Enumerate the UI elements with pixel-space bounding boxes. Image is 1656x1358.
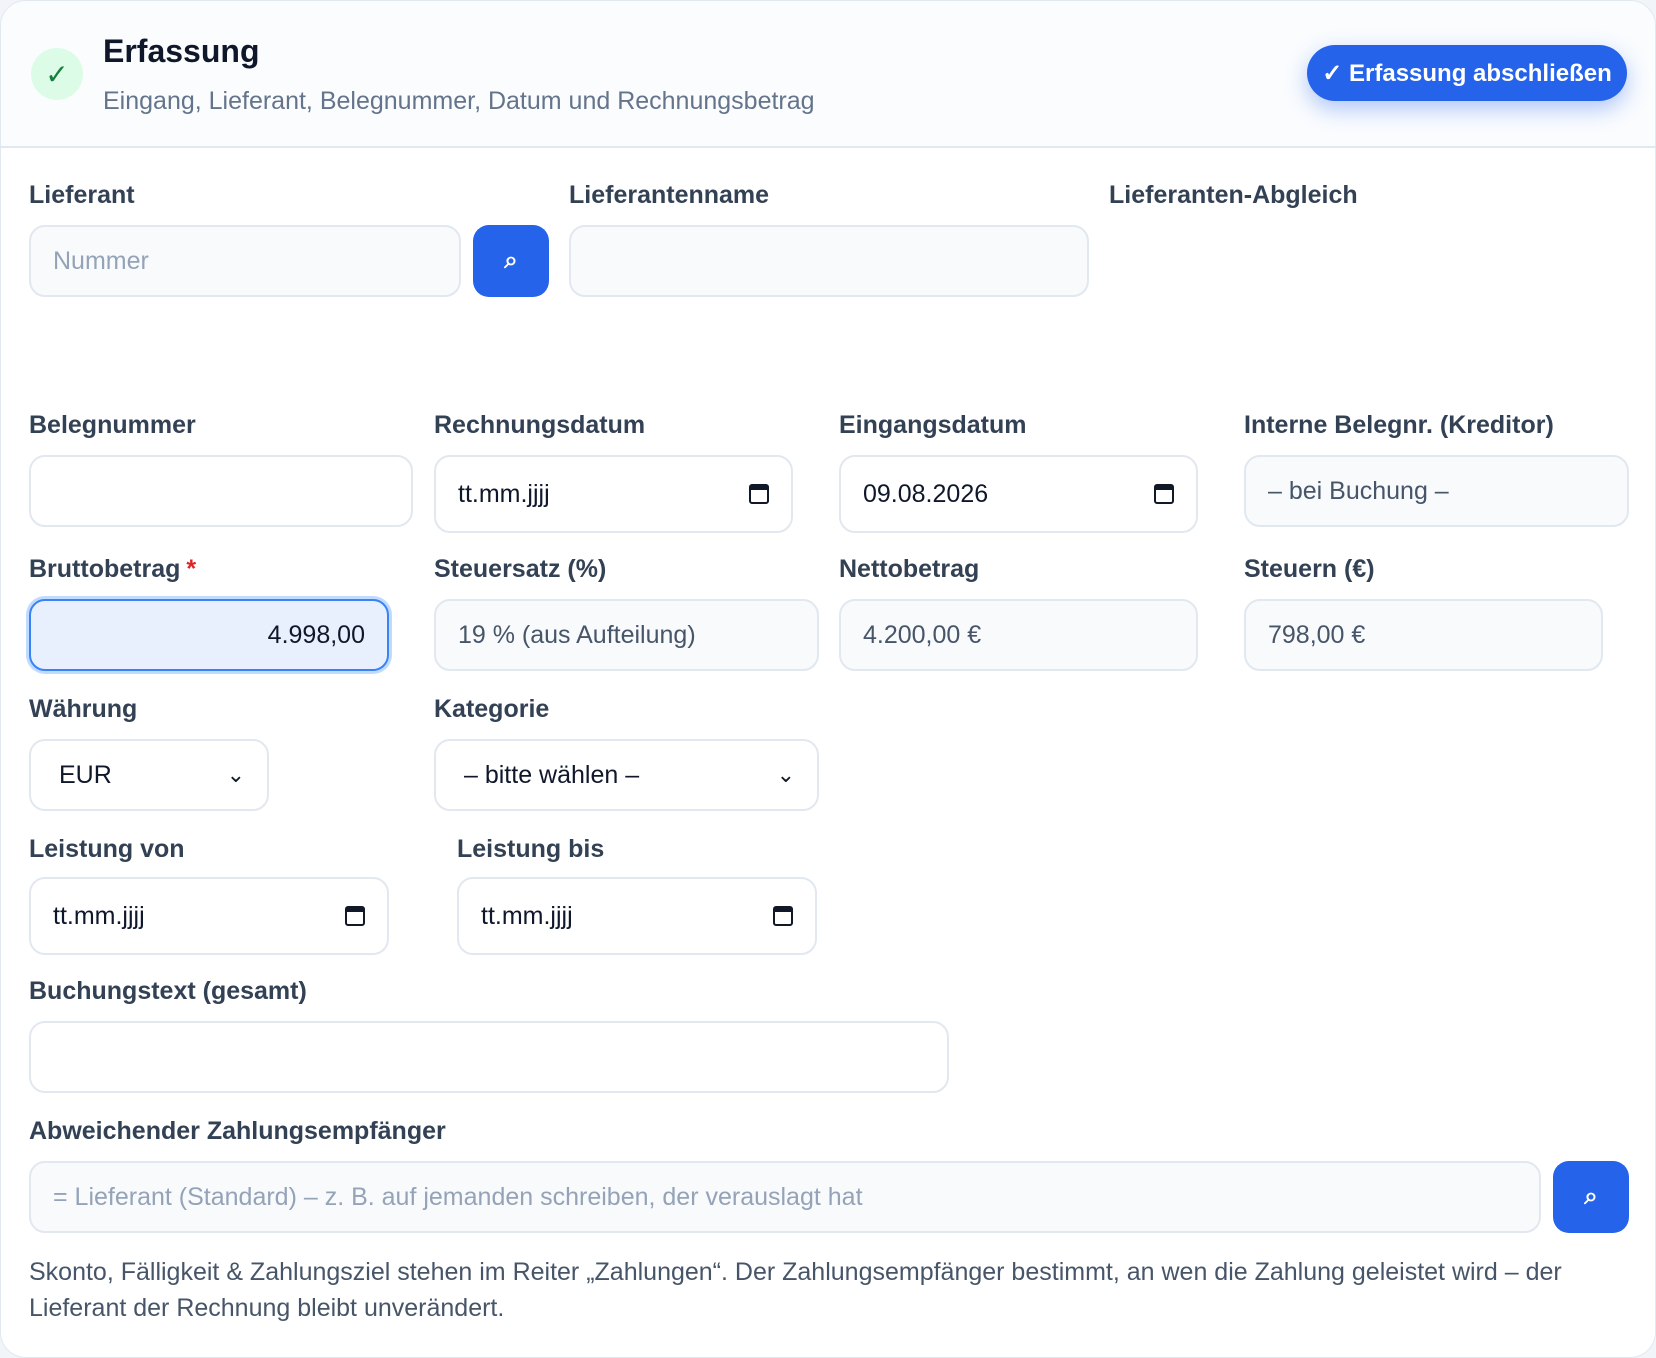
rechnungsdatum-input[interactable]: tt.mm.jjjj	[434, 455, 793, 533]
bruttobetrag-input[interactable]: 4.998,00	[29, 599, 389, 671]
waehrung-value: EUR	[59, 760, 112, 789]
supplier-number-input[interactable]: Nummer	[29, 225, 461, 297]
supplier-name-label: Lieferantenname	[569, 181, 770, 209]
interne-belegnr-value: – bei Buchung –	[1268, 476, 1449, 505]
supplier-label: Lieferant	[29, 181, 135, 209]
waehrung-select[interactable]: EUR ⌄	[29, 739, 269, 811]
leistung-von-input[interactable]: tt.mm.jjjj	[29, 877, 389, 955]
steuersatz-value: 19 % (aus Aufteilung)	[458, 620, 696, 649]
kategorie-value: – bitte wählen –	[464, 760, 640, 789]
chevron-down-icon: ⌄	[776, 762, 795, 787]
payee-input[interactable]: = Lieferant (Standard) – z. B. auf jeman…	[29, 1161, 1541, 1233]
supplier-number-placeholder: Nummer	[53, 246, 149, 275]
leistung-bis-input[interactable]: tt.mm.jjjj	[457, 877, 817, 955]
buchungstext-input[interactable]	[29, 1021, 949, 1093]
card-header: ✓ Erfassung Eingang, Lieferant, Belegnum…	[1, 1, 1655, 148]
interne-belegnr-field: – bei Buchung –	[1244, 455, 1629, 527]
bruttobetrag-value: 4.998,00	[267, 620, 365, 649]
steuern-field: 798,00 €	[1244, 599, 1603, 671]
supplier-match-label: Lieferanten-Abgleich	[1109, 181, 1358, 209]
belegnummer-label: Belegnummer	[29, 411, 196, 439]
calendar-icon[interactable]	[749, 484, 769, 504]
interne-belegnr-label: Interne Belegnr. (Kreditor)	[1244, 411, 1554, 439]
payment-info-note: Skonto, Fälligkeit & Zahlungsziel stehen…	[29, 1258, 1562, 1322]
rechnungsdatum-label: Rechnungsdatum	[434, 411, 646, 439]
nettobetrag-field: 4.200,00 €	[839, 599, 1198, 671]
leistung-von-value: tt.mm.jjjj	[53, 901, 145, 930]
search-icon: ⌕	[1584, 1183, 1598, 1210]
steuern-value: 798,00 €	[1268, 620, 1366, 649]
calendar-icon[interactable]	[345, 906, 365, 926]
complete-capture-button[interactable]: ✓ Erfassung abschließen	[1307, 45, 1627, 101]
page-title: Erfassung	[103, 33, 260, 69]
erfassung-card: ✓ Erfassung Eingang, Lieferant, Belegnum…	[0, 0, 1656, 1358]
eingangsdatum-label: Eingangsdatum	[839, 411, 1027, 439]
supplier-search-button[interactable]: ⌕	[473, 225, 549, 297]
calendar-icon[interactable]	[1154, 484, 1174, 504]
steuersatz-field: 19 % (aus Aufteilung)	[434, 599, 819, 671]
kategorie-label: Kategorie	[434, 695, 550, 723]
check-icon: ✓	[31, 48, 83, 100]
steuersatz-label: Steuersatz (%)	[434, 555, 607, 583]
leistung-bis-label: Leistung bis	[457, 835, 605, 863]
leistung-bis-value: tt.mm.jjjj	[481, 901, 573, 930]
rechnungsdatum-value: tt.mm.jjjj	[458, 479, 550, 508]
eingangsdatum-input[interactable]: 09.08.2026	[839, 455, 1198, 533]
eingangsdatum-value: 09.08.2026	[863, 479, 989, 508]
payee-search-button[interactable]: ⌕	[1553, 1161, 1629, 1233]
supplier-name-input[interactable]	[569, 225, 1089, 297]
leistung-von-label: Leistung von	[29, 835, 185, 863]
nettobetrag-label: Nettobetrag	[839, 555, 980, 583]
page-subtitle: Eingang, Lieferant, Belegnummer, Datum u…	[103, 87, 815, 115]
nettobetrag-value: 4.200,00 €	[863, 620, 982, 649]
belegnummer-input[interactable]	[29, 455, 413, 527]
waehrung-label: Währung	[29, 695, 138, 723]
chevron-down-icon: ⌄	[226, 762, 245, 787]
calendar-icon[interactable]	[773, 906, 793, 926]
payee-label: Abweichender Zahlungsempfänger	[29, 1117, 446, 1145]
bruttobetrag-label: Bruttobetrag *	[29, 555, 196, 584]
search-icon: ⌕	[504, 247, 518, 274]
steuern-label: Steuern (€)	[1244, 555, 1375, 583]
payee-placeholder: = Lieferant (Standard) – z. B. auf jeman…	[53, 1182, 863, 1211]
bruttobetrag-label-text: Bruttobetrag	[29, 555, 181, 583]
required-mark: *	[186, 555, 197, 583]
kategorie-select[interactable]: – bitte wählen – ⌄	[434, 739, 819, 811]
buchungstext-label: Buchungstext (gesamt)	[29, 977, 307, 1005]
